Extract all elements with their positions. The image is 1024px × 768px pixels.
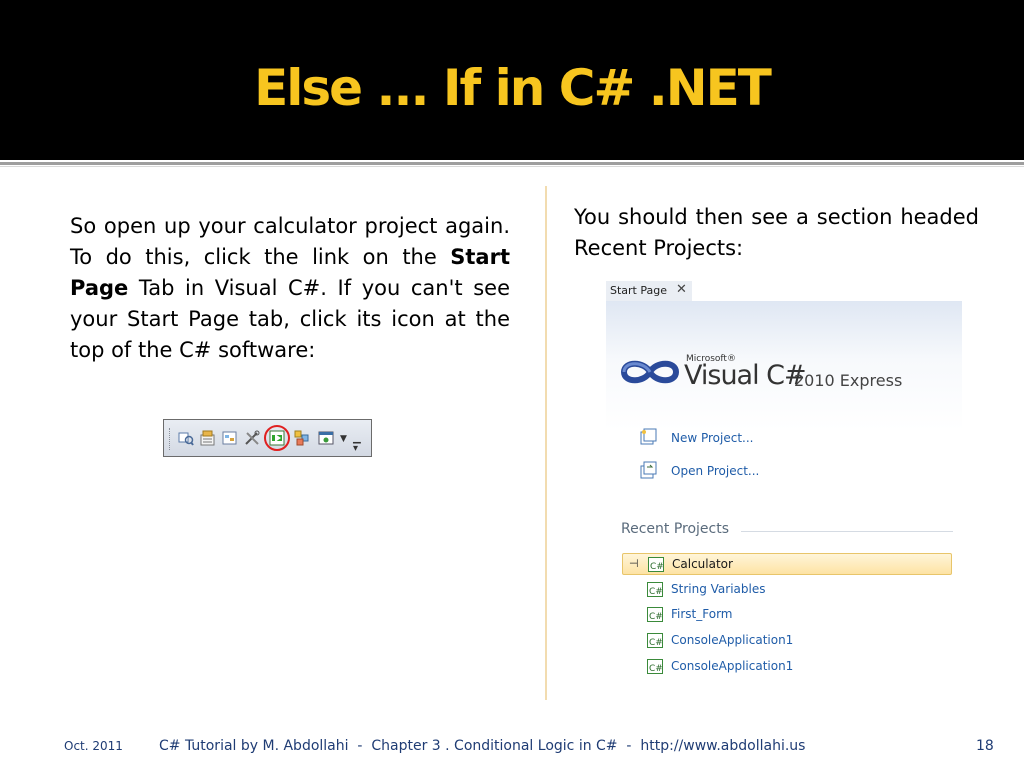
divider-rule-thin	[0, 166, 1024, 167]
open-project-link: Open Project...	[671, 464, 760, 478]
toolbar-overflow-icon: ▁ ▾	[353, 433, 361, 454]
toolbar-grip	[169, 428, 172, 450]
left-paragraph-text-end: Tab in Visual C#. If you can't see your …	[70, 276, 510, 362]
new-project-link: New Project...	[671, 431, 754, 445]
recent-project-label: First_Form	[671, 607, 733, 621]
svg-text:C#: C#	[649, 612, 663, 622]
recent-project-item: ⊣ C# Calculator	[622, 553, 952, 575]
highlight-circle	[264, 425, 290, 451]
left-paragraph-text: So open up your calculator project again…	[70, 214, 510, 269]
svg-text:C#: C#	[649, 638, 663, 648]
recent-project-label: ConsoleApplication1	[671, 659, 794, 673]
column-divider	[545, 186, 547, 700]
divider-rule	[0, 162, 1024, 165]
right-paragraph: You should then see a section headed Rec…	[574, 205, 979, 260]
svg-text:C#: C#	[649, 587, 663, 597]
dropdown-arrow-icon: ▼	[340, 434, 347, 444]
recent-projects-heading: Recent Projects	[621, 521, 730, 537]
slide-title: Else ... If in C# .NET	[254, 59, 772, 117]
start-page-screenshot: Start Page ✕ Microsoft® Visual C# 2010 E…	[606, 281, 962, 689]
class-view-icon	[294, 430, 310, 446]
tab-start-page: Start Page ✕	[606, 281, 692, 302]
csharp-project-icon: C#	[647, 607, 663, 622]
edition-label: 2010 Express	[794, 371, 903, 390]
footer-date: Oct. 2011	[64, 739, 123, 753]
visual-studio-logo-icon	[620, 360, 680, 384]
solution-explorer-icon	[178, 430, 194, 446]
open-project-icon	[640, 461, 657, 479]
visual-csharp-label: Visual C#	[684, 360, 807, 391]
title-bar: Else ... If in C# .NET	[0, 0, 1024, 160]
recent-project-item: C# String Variables	[622, 579, 952, 601]
pin-icon: ⊣	[629, 557, 639, 570]
recent-project-item: C# ConsoleApplication1	[622, 630, 952, 652]
properties-icon	[200, 430, 216, 446]
left-paragraph: So open up your calculator project again…	[70, 211, 510, 366]
footer-caption: C# Tutorial by M. Abdollahi - Chapter 3 …	[159, 738, 806, 754]
toolbox-icon	[244, 430, 260, 446]
page-number: 18	[976, 738, 994, 754]
toolbar-screenshot: ▼ ▁ ▾	[163, 419, 372, 457]
recent-project-item: C# First_Form	[622, 604, 952, 626]
recent-project-label: String Variables	[671, 582, 766, 596]
tab-start-page-label: Start Page	[610, 284, 667, 297]
csharp-project-icon: C#	[647, 633, 663, 648]
csharp-project-icon: C#	[648, 557, 664, 572]
new-project-icon	[640, 428, 657, 445]
csharp-project-icon: C#	[647, 659, 663, 674]
close-icon: ✕	[676, 282, 687, 297]
csharp-project-icon: C#	[647, 582, 663, 597]
start-page-tabbar: Start Page ✕	[606, 281, 962, 302]
object-browser-icon	[222, 430, 238, 446]
visual-csharp-banner: Microsoft® Visual C# 2010 Express	[606, 301, 962, 431]
svg-text:C#: C#	[649, 664, 663, 674]
recent-projects-rule	[741, 531, 953, 532]
svg-text:C#: C#	[650, 562, 664, 572]
window-icon	[318, 430, 334, 446]
recent-project-label: Calculator	[672, 557, 733, 571]
recent-project-item: C# ConsoleApplication1	[622, 656, 952, 678]
recent-project-label: ConsoleApplication1	[671, 633, 794, 647]
